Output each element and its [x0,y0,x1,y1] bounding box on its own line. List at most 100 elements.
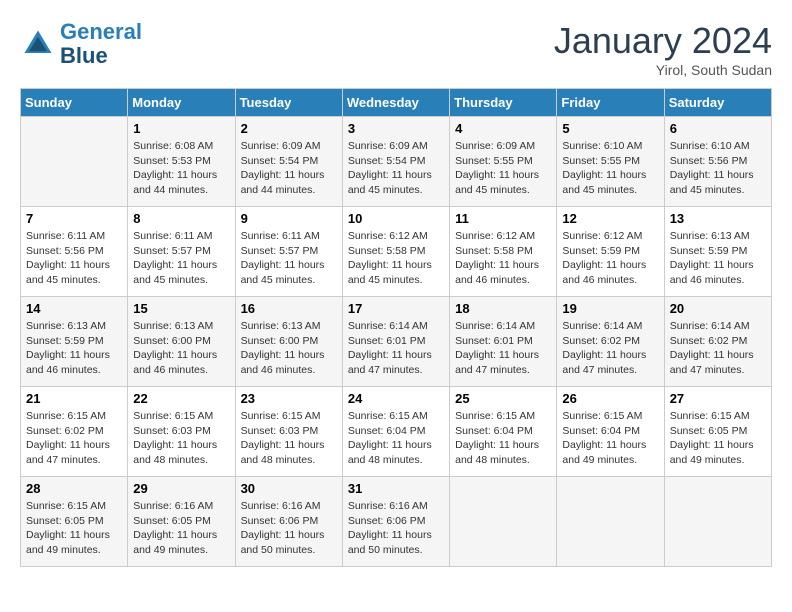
calendar-cell [557,477,664,567]
day-info: Sunrise: 6:13 AMSunset: 5:59 PMDaylight:… [670,229,766,288]
calendar-cell: 11 Sunrise: 6:12 AMSunset: 5:58 PMDayligh… [450,207,557,297]
day-number: 14 [26,301,122,316]
calendar-cell: 17 Sunrise: 6:14 AMSunset: 6:01 PMDayligh… [342,297,449,387]
calendar-week-5: 28Sunrise: 6:15 AMSunset: 6:05 PMDayligh… [21,477,772,567]
calendar-cell: 18 Sunrise: 6:14 AMSunset: 6:01 PMDayligh… [450,297,557,387]
day-info: Sunrise: 6:13 AMSunset: 5:59 PMDaylight:… [26,319,122,378]
logo-icon [20,26,56,62]
day-number: 2 [241,121,337,136]
day-info: Sunrise: 6:12 AMSunset: 5:59 PMDaylight:… [562,229,658,288]
location-subtitle: Yirol, South Sudan [554,62,772,78]
calendar-cell: 5 Sunrise: 6:10 AMSunset: 5:55 PMDaylight… [557,117,664,207]
weekday-header-saturday: Saturday [664,89,771,117]
day-info: Sunrise: 6:16 AMSunset: 6:05 PMDaylight:… [133,499,229,558]
day-number: 16 [241,301,337,316]
calendar-week-2: 7 Sunrise: 6:11 AMSunset: 5:56 PMDaylight… [21,207,772,297]
day-number: 27 [670,391,766,406]
weekday-header-tuesday: Tuesday [235,89,342,117]
day-number: 8 [133,211,229,226]
day-info: Sunrise: 6:15 AMSunset: 6:05 PMDaylight:… [26,499,122,558]
day-number: 26 [562,391,658,406]
day-number: 10 [348,211,444,226]
month-title: January 2024 [554,20,772,62]
calendar-cell: 4Sunrise: 6:09 AMSunset: 5:55 PMDaylight… [450,117,557,207]
day-info: Sunrise: 6:14 AMSunset: 6:02 PMDaylight:… [562,319,658,378]
calendar-cell: 20Sunrise: 6:14 AMSunset: 6:02 PMDayligh… [664,297,771,387]
day-number: 17 [348,301,444,316]
calendar-cell: 31 Sunrise: 6:16 AMSunset: 6:06 PMDayligh… [342,477,449,567]
day-info: Sunrise: 6:15 AMSunset: 6:04 PMDaylight:… [348,409,444,468]
weekday-header-wednesday: Wednesday [342,89,449,117]
day-info: Sunrise: 6:11 AMSunset: 5:56 PMDaylight:… [26,229,122,288]
calendar-cell: 22 Sunrise: 6:15 AMSunset: 6:03 PMDayligh… [128,387,235,477]
calendar-cell: 26 Sunrise: 6:15 AMSunset: 6:04 PMDayligh… [557,387,664,477]
calendar-cell: 30 Sunrise: 6:16 AMSunset: 6:06 PMDayligh… [235,477,342,567]
weekday-header-row: SundayMondayTuesdayWednesdayThursdayFrid… [21,89,772,117]
calendar-cell: 8 Sunrise: 6:11 AMSunset: 5:57 PMDaylight… [128,207,235,297]
day-info: Sunrise: 6:15 AMSunset: 6:05 PMDaylight:… [670,409,766,468]
day-number: 24 [348,391,444,406]
day-number: 5 [562,121,658,136]
calendar-cell: 23Sunrise: 6:15 AMSunset: 6:03 PMDayligh… [235,387,342,477]
weekday-header-sunday: Sunday [21,89,128,117]
title-area: January 2024 Yirol, South Sudan [554,20,772,78]
day-info: Sunrise: 6:08 AMSunset: 5:53 PMDaylight:… [133,139,229,198]
calendar-cell [21,117,128,207]
calendar-cell: 12 Sunrise: 6:12 AMSunset: 5:59 PMDayligh… [557,207,664,297]
calendar-cell: 25 Sunrise: 6:15 AMSunset: 6:04 PMDayligh… [450,387,557,477]
calendar-cell: 28Sunrise: 6:15 AMSunset: 6:05 PMDayligh… [21,477,128,567]
calendar-cell: 16Sunrise: 6:13 AMSunset: 6:00 PMDayligh… [235,297,342,387]
day-info: Sunrise: 6:12 AMSunset: 5:58 PMDaylight:… [348,229,444,288]
calendar-cell: 2 Sunrise: 6:09 AMSunset: 5:54 PMDaylight… [235,117,342,207]
calendar-cell: 15 Sunrise: 6:13 AMSunset: 6:00 PMDayligh… [128,297,235,387]
day-info: Sunrise: 6:15 AMSunset: 6:04 PMDaylight:… [562,409,658,468]
calendar-cell [450,477,557,567]
calendar-cell: 13 Sunrise: 6:13 AMSunset: 5:59 PMDayligh… [664,207,771,297]
day-number: 7 [26,211,122,226]
day-info: Sunrise: 6:15 AMSunset: 6:03 PMDaylight:… [133,409,229,468]
day-info: Sunrise: 6:10 AMSunset: 5:55 PMDaylight:… [562,139,658,198]
calendar-cell: 24 Sunrise: 6:15 AMSunset: 6:04 PMDayligh… [342,387,449,477]
day-number: 30 [241,481,337,496]
page-header: General Blue January 2024 Yirol, South S… [20,20,772,78]
calendar-cell: 10 Sunrise: 6:12 AMSunset: 5:58 PMDayligh… [342,207,449,297]
calendar-cell: 3Sunrise: 6:09 AMSunset: 5:54 PMDaylight… [342,117,449,207]
day-number: 25 [455,391,551,406]
calendar-cell: 1Sunrise: 6:08 AMSunset: 5:53 PMDaylight… [128,117,235,207]
day-number: 6 [670,121,766,136]
day-info: Sunrise: 6:13 AMSunset: 6:00 PMDaylight:… [133,319,229,378]
day-info: Sunrise: 6:10 AMSunset: 5:56 PMDaylight:… [670,139,766,198]
day-number: 13 [670,211,766,226]
day-number: 11 [455,211,551,226]
day-number: 22 [133,391,229,406]
day-info: Sunrise: 6:15 AMSunset: 6:03 PMDaylight:… [241,409,337,468]
calendar-week-4: 21 Sunrise: 6:15 AMSunset: 6:02 PMDayligh… [21,387,772,477]
day-info: Sunrise: 6:11 AMSunset: 5:57 PMDaylight:… [133,229,229,288]
calendar-cell: 14 Sunrise: 6:13 AMSunset: 5:59 PMDayligh… [21,297,128,387]
day-info: Sunrise: 6:15 AMSunset: 6:02 PMDaylight:… [26,409,122,468]
calendar-cell: 7 Sunrise: 6:11 AMSunset: 5:56 PMDaylight… [21,207,128,297]
day-info: Sunrise: 6:16 AMSunset: 6:06 PMDaylight:… [241,499,337,558]
calendar-cell: 6 Sunrise: 6:10 AMSunset: 5:56 PMDaylight… [664,117,771,207]
weekday-header-thursday: Thursday [450,89,557,117]
day-number: 9 [241,211,337,226]
calendar-cell: 29 Sunrise: 6:16 AMSunset: 6:05 PMDayligh… [128,477,235,567]
calendar-cell: 9Sunrise: 6:11 AMSunset: 5:57 PMDaylight… [235,207,342,297]
day-info: Sunrise: 6:14 AMSunset: 6:01 PMDaylight:… [348,319,444,378]
day-number: 18 [455,301,551,316]
day-number: 31 [348,481,444,496]
calendar-cell: 21 Sunrise: 6:15 AMSunset: 6:02 PMDayligh… [21,387,128,477]
day-info: Sunrise: 6:16 AMSunset: 6:06 PMDaylight:… [348,499,444,558]
day-number: 12 [562,211,658,226]
day-info: Sunrise: 6:09 AMSunset: 5:54 PMDaylight:… [241,139,337,198]
day-number: 19 [562,301,658,316]
day-number: 4 [455,121,551,136]
logo-text: General Blue [60,20,142,68]
day-number: 29 [133,481,229,496]
day-info: Sunrise: 6:15 AMSunset: 6:04 PMDaylight:… [455,409,551,468]
day-number: 15 [133,301,229,316]
calendar-cell: 19 Sunrise: 6:14 AMSunset: 6:02 PMDayligh… [557,297,664,387]
day-number: 21 [26,391,122,406]
day-info: Sunrise: 6:14 AMSunset: 6:01 PMDaylight:… [455,319,551,378]
day-info: Sunrise: 6:12 AMSunset: 5:58 PMDaylight:… [455,229,551,288]
